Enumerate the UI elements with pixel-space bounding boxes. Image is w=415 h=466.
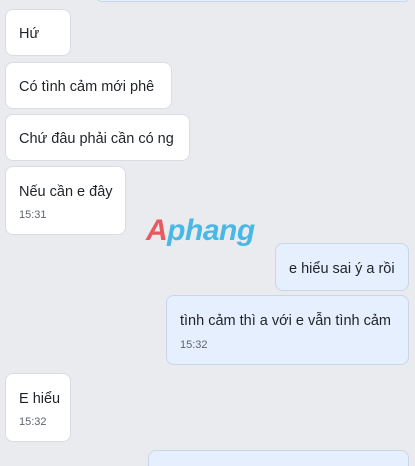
- message-time: 15:32: [180, 339, 208, 351]
- watermark-word: phang: [167, 214, 255, 247]
- message-text: E hiểu: [19, 391, 61, 407]
- aphang-watermark-logo: Aphang: [146, 214, 255, 248]
- message-text: e hiểu sai ý a rồi: [289, 261, 395, 277]
- message-bubble-incoming[interactable]: Có tình cảm mới phê: [5, 62, 172, 109]
- watermark-letter: A: [146, 214, 168, 247]
- message-bubble-outgoing-partial-top[interactable]: [95, 0, 411, 2]
- message-bubble-incoming[interactable]: Hứ: [5, 9, 71, 56]
- message-text: Hứ: [19, 26, 40, 42]
- message-bubble-outgoing[interactable]: tình cảm thì a với e vẫn tình cảm 15:32: [166, 295, 409, 365]
- message-bubble-outgoing-partial-bottom[interactable]: [148, 450, 409, 466]
- message-bubble-incoming[interactable]: E hiểu 15:32: [5, 373, 71, 442]
- message-text: Nếu cần e đây: [19, 184, 113, 200]
- message-bubble-incoming[interactable]: Chứ đâu phải cần có ng: [5, 114, 190, 161]
- message-text: Chứ đâu phải cần có ng: [19, 131, 174, 147]
- message-time: 15:32: [19, 416, 47, 428]
- message-time: 15:31: [19, 209, 47, 221]
- message-text: tình cảm thì a với e vẫn tình cảm: [180, 313, 391, 329]
- chat-conversation: Hứ Có tình cảm mới phê Chứ đâu phải cần …: [0, 0, 415, 466]
- message-bubble-incoming[interactable]: Nếu cần e đây 15:31: [5, 166, 126, 235]
- message-text: Có tình cảm mới phê: [19, 79, 155, 95]
- message-bubble-outgoing[interactable]: e hiểu sai ý a rồi: [275, 243, 409, 291]
